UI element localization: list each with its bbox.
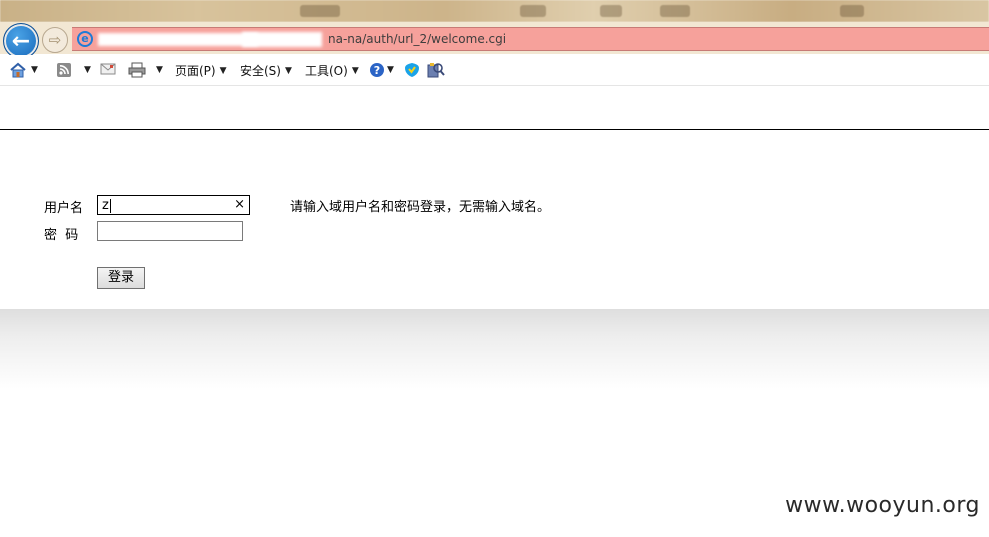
redacted-url-part: [242, 32, 322, 47]
username-value: z: [102, 198, 109, 213]
help-button[interactable]: ? ▼: [369, 62, 394, 78]
print-icon: [128, 62, 146, 78]
address-bar[interactable]: e na-na/auth/url_2/welcome.cgi: [72, 27, 989, 51]
username-field[interactable]: z ×: [97, 195, 250, 215]
ie-shield-icon: [405, 63, 419, 77]
forward-arrow-icon[interactable]: ⇨: [42, 27, 68, 53]
page-menu-label: 页面(P): [175, 64, 216, 78]
ie-shield-button[interactable]: [404, 62, 420, 78]
rss-feed-icon: [57, 63, 71, 77]
navigation-bar: ← ⇨ e na-na/auth/url_2/welcome.cgi: [0, 22, 989, 59]
dropdown-caret-icon[interactable]: ▼: [156, 65, 163, 75]
password-field[interactable]: [97, 221, 243, 241]
safety-menu[interactable]: 安全(S) ▼: [240, 62, 292, 79]
home-button[interactable]: ▼: [9, 62, 38, 78]
dropdown-caret-icon: ▼: [351, 65, 359, 76]
help-icon: ?: [370, 63, 384, 77]
dropdown-caret-icon: ▼: [284, 65, 292, 76]
safety-menu-label: 安全(S): [240, 64, 281, 78]
tools-menu-label: 工具(O): [305, 64, 348, 78]
tools-menu[interactable]: 工具(O) ▼: [305, 62, 359, 79]
rss-button[interactable]: ▼: [56, 62, 91, 78]
watermark: www.wooyun.org: [785, 493, 980, 518]
browser-tab-strip: [0, 0, 989, 22]
back-arrow-icon[interactable]: ←: [3, 23, 39, 59]
username-label: 用户名: [44, 201, 84, 216]
command-bar: ▼ ▼ ▼ 页面(P) ▼ 安全(S) ▼ 工具(O) ▼ ? ▼: [0, 55, 989, 86]
dropdown-caret-icon[interactable]: ▼: [31, 65, 38, 75]
mail-button[interactable]: [100, 62, 116, 76]
ie-logo-icon: e: [77, 31, 93, 47]
research-icon: [427, 63, 445, 78]
dropdown-caret-icon[interactable]: ▼: [84, 65, 91, 75]
page-divider: [0, 129, 989, 130]
address-url-text: na-na/auth/url_2/welcome.cgi: [328, 32, 507, 46]
clear-field-icon[interactable]: ×: [234, 197, 245, 212]
login-hint: 请输入域用户名和密码登录，无需输入域名。: [290, 200, 551, 215]
dropdown-caret-icon: ▼: [219, 65, 227, 76]
home-icon: [10, 62, 26, 78]
dropdown-caret-icon[interactable]: ▼: [387, 65, 394, 75]
research-button[interactable]: [427, 62, 445, 78]
mail-icon: [100, 63, 116, 75]
print-button[interactable]: ▼: [128, 62, 163, 78]
page-shadow-band: [0, 309, 989, 389]
text-cursor: [109, 198, 111, 213]
page-menu[interactable]: 页面(P) ▼: [175, 62, 227, 79]
login-button[interactable]: 登录: [97, 267, 145, 289]
redacted-url-part: [98, 33, 258, 46]
svg-text:?: ?: [374, 64, 380, 77]
password-label: 密 码: [44, 228, 79, 243]
